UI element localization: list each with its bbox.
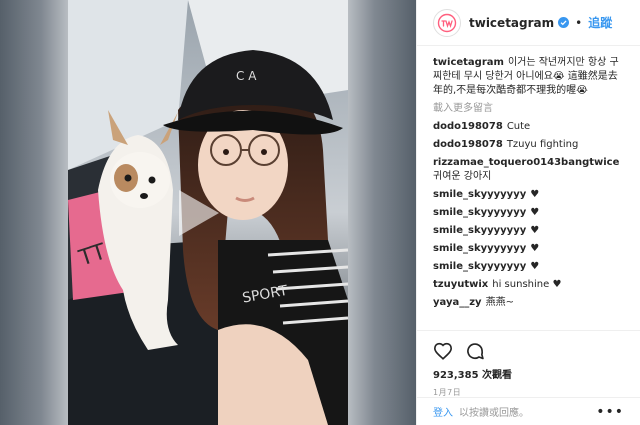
comment-text: hi sunshine ♥ — [492, 279, 562, 290]
twice-logo-icon — [437, 13, 457, 32]
login-link[interactable]: 登入 — [433, 404, 453, 419]
comment-username[interactable]: smile_skyyyyyyy — [433, 261, 526, 272]
comment-item: rizzamae_toquero0143bangtwice 귀여운 강아지 — [433, 156, 624, 184]
comment-item: smile_skyyyyyyy ♥ — [433, 188, 624, 202]
comment-username[interactable]: dodo198078 — [433, 121, 503, 132]
comment-item: tzuyutwix hi sunshine ♥ — [433, 278, 624, 292]
comment-icon[interactable] — [465, 341, 485, 361]
comment-text: 燕燕~ — [485, 297, 514, 308]
post-header: twicetagram • 追蹤 — [417, 0, 640, 46]
header-username[interactable]: twicetagram — [469, 16, 554, 30]
load-more-comments-link[interactable]: 載入更多留言 — [433, 102, 624, 116]
comment-text: ♥ — [530, 243, 540, 254]
video-blur-left — [0, 0, 68, 425]
post-caption: twicetagram 이거는 작년꺼지만 항상 구찌한테 무시 당한거 아니에요… — [433, 56, 624, 98]
comment-username[interactable]: dodo198078 — [433, 139, 503, 150]
post-side-panel: twicetagram • 追蹤 twicetagram 이거는 작년꺼지만 항상… — [416, 0, 640, 425]
comment-text: Tzuyu fighting — [506, 139, 579, 150]
comment-username[interactable]: tzuyutwix — [433, 279, 488, 290]
follow-button[interactable]: 追蹤 — [588, 14, 612, 31]
login-bar: 登入 以按讚或回應。 ••• — [417, 397, 640, 425]
more-options-icon[interactable]: ••• — [596, 404, 624, 420]
video-blur-right — [348, 0, 416, 425]
play-icon[interactable] — [177, 188, 221, 238]
comment-username[interactable]: yaya__zy — [433, 297, 482, 308]
comment-item: smile_skyyyyyyy ♥ — [433, 260, 624, 274]
caption-username[interactable]: twicetagram — [433, 57, 504, 68]
comments-list: twicetagram 이거는 작년꺼지만 항상 구찌한테 무시 당한거 아니에요… — [417, 46, 640, 328]
post-actions: 923,385 次觀看 1月7日 — [417, 330, 640, 398]
verified-badge-icon — [558, 17, 570, 28]
login-hint: 以按讚或回應。 — [459, 408, 529, 419]
comment-username[interactable]: smile_skyyyyyyy — [433, 189, 526, 200]
comment-username[interactable]: smile_skyyyyyyy — [433, 207, 526, 218]
svg-text:C A: C A — [236, 69, 257, 83]
comment-username[interactable]: smile_skyyyyyyy — [433, 225, 526, 236]
comment-text: ♥ — [530, 189, 540, 200]
comment-text: Cute — [506, 121, 531, 132]
comment-item: dodo198078 Cute — [433, 120, 624, 134]
comment-item: smile_skyyyyyyy ♥ — [433, 242, 624, 256]
comment-text: 귀여운 강아지 — [433, 171, 492, 182]
action-icons — [433, 331, 624, 363]
avatar[interactable] — [433, 8, 461, 37]
comment-text: ♥ — [530, 261, 540, 272]
comment-text: ♥ — [530, 225, 540, 236]
comment-item: smile_skyyyyyyy ♥ — [433, 224, 624, 238]
heart-icon[interactable] — [433, 342, 453, 360]
header-separator: • — [575, 15, 583, 30]
comment-username[interactable]: rizzamae_toquero0143bangtwice — [433, 157, 619, 168]
comment-username[interactable]: smile_skyyyyyyy — [433, 243, 526, 254]
comment-item: dodo198078 Tzuyu fighting — [433, 138, 624, 152]
comment-item: yaya__zy 燕燕~ — [433, 296, 624, 310]
view-count: 923,385 次觀看 — [433, 370, 513, 381]
comment-item: smile_skyyyyyyy ♥ — [433, 206, 624, 220]
post-video[interactable]: TT C A SPORT — [0, 0, 416, 425]
comment-text: ♥ — [530, 207, 540, 218]
